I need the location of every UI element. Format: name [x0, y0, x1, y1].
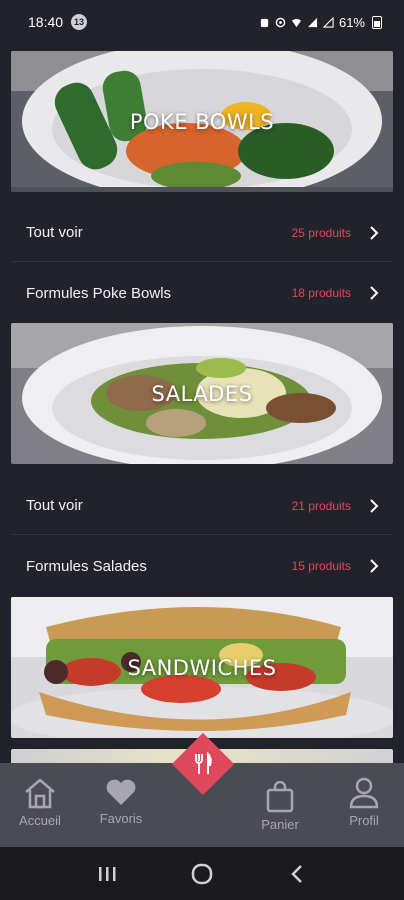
row-right: 25 produits — [292, 226, 379, 240]
back-chevron-icon — [290, 864, 302, 883]
category-row-poke-formules[interactable]: Formules Poke Bowls 18 produits — [11, 264, 393, 322]
category-row-salades-all[interactable]: Tout voir 21 produits — [11, 477, 393, 535]
alarm-icon — [260, 18, 269, 27]
home-icon — [25, 778, 55, 809]
category-card-sandwiches[interactable]: SANDWICHES — [11, 597, 393, 738]
product-count: 15 produits — [291, 559, 351, 573]
nav-profile[interactable]: Profil — [334, 777, 394, 828]
chevron-right-icon — [370, 498, 379, 513]
recent-apps-icon — [99, 866, 116, 881]
category-row-poke-all[interactable]: Tout voir 25 produits — [11, 204, 393, 262]
row-label: Formules Salades — [26, 557, 147, 575]
nav-favorites[interactable]: Favoris — [91, 777, 151, 826]
nav-cart[interactable]: Panier — [250, 781, 310, 832]
chevron-right-icon — [370, 286, 379, 300]
row-label: Tout voir — [26, 497, 83, 514]
home-circle-icon — [191, 863, 213, 884]
nav-home-label: Accueil — [19, 813, 61, 828]
shopping-bag-icon — [266, 781, 294, 813]
menu-fab-button[interactable] — [171, 732, 235, 796]
battery-percentage: 61% — [338, 14, 365, 30]
nav-cart-label: Panier — [261, 817, 299, 832]
heart-icon — [106, 779, 136, 805]
status-right: 61% — [259, 15, 382, 30]
hotspot-icon — [275, 17, 286, 27]
recent-apps-button[interactable] — [87, 856, 127, 892]
row-label: Formules Poke Bowls — [26, 284, 172, 302]
signal-secondary-icon — [322, 16, 334, 28]
row-label: Tout voir — [26, 224, 83, 241]
row-right: 18 produits — [292, 286, 379, 300]
status-bar: 18:40 13 61% — [0, 0, 404, 44]
wifi-icon — [291, 18, 302, 27]
chevron-right-icon — [370, 225, 379, 240]
category-title: POKE BOWLS — [129, 109, 275, 134]
row-right: 15 produits — [292, 559, 379, 573]
category-card-salades[interactable]: SALADES — [11, 323, 393, 464]
nav-home[interactable]: Accueil — [10, 777, 70, 828]
signal-icon — [307, 17, 318, 27]
category-title: SALADES — [151, 381, 253, 406]
system-navigation-bar — [0, 847, 404, 900]
product-count: 21 produits — [291, 498, 351, 513]
chevron-right-icon — [370, 559, 379, 573]
status-left: 18:40 13 — [28, 14, 88, 30]
nav-profile-label: Profil — [349, 813, 379, 828]
nav-favorites-label: Favoris — [99, 811, 143, 826]
product-count: 25 produits — [291, 225, 351, 240]
category-card-poke-bowls[interactable]: POKE BOWLS — [11, 51, 393, 192]
home-system-button[interactable] — [182, 856, 222, 892]
row-right: 21 produits — [292, 499, 379, 513]
notification-count-badge: 13 — [71, 14, 88, 30]
fork-knife-icon — [195, 752, 212, 774]
battery-icon — [372, 15, 382, 29]
user-icon — [349, 777, 379, 809]
product-count: 18 produits — [291, 286, 351, 300]
category-row-salades-formules[interactable]: Formules Salades 15 produits — [11, 537, 393, 595]
category-title: SANDWICHES — [127, 655, 277, 680]
back-button[interactable] — [277, 856, 317, 892]
status-time: 18:40 — [28, 14, 64, 30]
